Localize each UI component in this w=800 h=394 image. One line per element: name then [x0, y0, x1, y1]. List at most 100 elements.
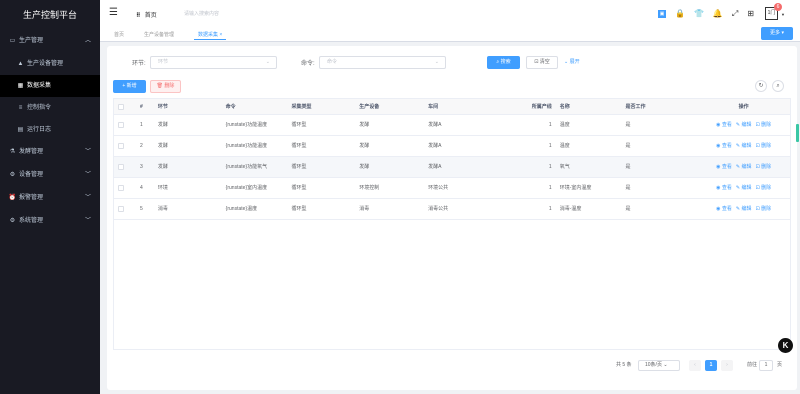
- row-delete-button[interactable]: ⊡ 删除: [756, 164, 772, 170]
- view-button[interactable]: ◉ 查看: [716, 143, 732, 149]
- prev-page-button[interactable]: ‹: [689, 360, 701, 371]
- add-button[interactable]: + 新增: [113, 80, 146, 93]
- edit-button[interactable]: ✎ 编辑: [736, 122, 752, 128]
- fullscreen-icon[interactable]: ⤢: [732, 9, 738, 19]
- row-checkbox[interactable]: [118, 184, 125, 191]
- row-delete-button[interactable]: ⊡ 删除: [756, 185, 772, 191]
- command-placeholder: 命令: [327, 59, 338, 65]
- avatar[interactable]: 1门 6 ▼: [765, 3, 785, 20]
- close-icon[interactable]: ×: [219, 32, 222, 38]
- row-checkbox[interactable]: [118, 163, 125, 170]
- row-checkbox[interactable]: [118, 142, 125, 149]
- view-label: 查看: [721, 164, 732, 170]
- table-row[interactable]: 3 发酵 {runstate}功能氧气 循环型 发酵 发酵A 1 氧气是 ◉ 查看 ✎ 编辑 ⊡ 删…: [114, 157, 790, 178]
- menu-group-label: 生产管理: [19, 38, 44, 44]
- table-row[interactable]: 1 发酵 {runstate}功能温度 循环型 发酵 发酵A 1 温度是 ◉ 查看 ✎ 编辑 ⊡ 删…: [114, 115, 790, 136]
- view-label: 查看: [721, 143, 732, 149]
- cell-huanjie: 发酵: [157, 122, 168, 128]
- tab-device-manage[interactable]: 生产设备管理: [140, 30, 178, 40]
- header-name: 名称: [559, 104, 570, 110]
- refresh-icon[interactable]: ↻: [755, 80, 767, 92]
- edit-button[interactable]: ✎ 编辑: [736, 206, 752, 212]
- row-checkbox[interactable]: [118, 205, 125, 212]
- expand-button[interactable]: ⌄ 展开: [564, 57, 580, 68]
- menu-group-equipment[interactable]: ⚙ 设备管理 ﹀: [0, 164, 100, 187]
- page-size-value: 10条/页: [645, 362, 662, 368]
- sidebar-item-device-manage[interactable]: ▲ 生产设备管理: [0, 53, 100, 75]
- sidebar-item-label: 数据采集: [27, 83, 52, 89]
- more-button[interactable]: 更多 ▾: [761, 27, 793, 40]
- sidebar-item-command[interactable]: ≡ 控制指令: [0, 97, 100, 119]
- menu-group-alarm[interactable]: ⏰ 报警管理 ﹀: [0, 187, 100, 210]
- row-delete-button[interactable]: ⊡ 删除: [756, 206, 772, 212]
- cell-index: 3: [140, 164, 143, 170]
- chevron-down-icon: ⌄: [663, 362, 668, 368]
- breadcrumb-home[interactable]: 首页: [145, 13, 157, 19]
- log-icon: ▤: [17, 127, 24, 133]
- page-size-select[interactable]: 10条/页 ⌄: [638, 360, 680, 371]
- sidebar-item-data-collect[interactable]: ▦ 数据采集: [0, 75, 100, 97]
- menu-group-label: 设备管理: [19, 172, 44, 178]
- shirt-icon[interactable]: 👕: [694, 9, 704, 19]
- edit-button[interactable]: ✎ 编辑: [736, 164, 752, 170]
- edit-button[interactable]: ✎ 编辑: [736, 185, 752, 191]
- delete-label: 删除: [761, 143, 772, 149]
- menu-group-production[interactable]: ▭ 生产管理 ︿: [0, 30, 100, 53]
- chevron-down-icon: ﹀: [84, 195, 91, 201]
- edit-button[interactable]: ✎ 编辑: [736, 143, 752, 149]
- scrollbar-thumb[interactable]: [796, 124, 799, 142]
- page-number[interactable]: 1: [705, 360, 717, 371]
- cell-line: 1: [548, 122, 552, 128]
- row-checkbox[interactable]: [118, 121, 125, 128]
- view-button[interactable]: ◉ 查看: [716, 122, 732, 128]
- breadcrumb[interactable]: ⠿ 首页: [136, 10, 157, 19]
- floating-k-button[interactable]: K: [778, 338, 793, 353]
- table-header: # 环节 命令 采集类型 生产设备 车间 所属产线 名称 是否工作 操作: [114, 99, 790, 115]
- select-all-checkbox[interactable]: [118, 103, 125, 110]
- search-toggle-icon[interactable]: ⌕: [772, 80, 784, 92]
- next-page-button[interactable]: ›: [721, 360, 733, 371]
- tab-data-collect[interactable]: 数据采集 ×: [194, 30, 227, 40]
- hamburger-icon[interactable]: ☰: [109, 7, 118, 19]
- table-row[interactable]: 4 环境 {runstate}室内温度 循环型 环境控制 环境公共 1 环境-室内温度 是 ◉ 查…: [114, 178, 790, 199]
- header-device: 生产设备: [359, 104, 380, 110]
- search-button[interactable]: ⌕ 搜索: [487, 56, 520, 69]
- delete-label: 删除: [761, 164, 772, 170]
- view-button[interactable]: ◉ 查看: [716, 164, 732, 170]
- edit-icon: ✎: [735, 206, 741, 212]
- settings-icon: ⚙: [9, 218, 16, 224]
- reset-button[interactable]: ⊡ 清空: [526, 56, 558, 69]
- row-delete-button[interactable]: ⊡ 删除: [756, 122, 772, 128]
- edit-icon: ✎: [735, 122, 741, 128]
- view-label: 查看: [721, 206, 732, 212]
- nav-search-input[interactable]: 请输入搜索内容: [184, 10, 219, 17]
- menu-group-system[interactable]: ⚙ 系统管理 ﹀: [0, 210, 100, 233]
- goto-page-input[interactable]: 1: [759, 360, 773, 371]
- table-row[interactable]: 5 消毒 {runstate}温度 循环型 消毒 消毒公共 1 消毒-温度是 ◉ 查看 ✎ 编辑 ⊡…: [114, 199, 790, 220]
- tab-home[interactable]: 首页: [110, 30, 128, 40]
- gear-icon: ⚙: [9, 172, 16, 178]
- command-select[interactable]: 命令 ⌄: [319, 56, 446, 69]
- bell-icon[interactable]: 🔔: [713, 9, 723, 19]
- sidebar-item-label: 控制指令: [27, 105, 52, 111]
- table-row[interactable]: 2 发酵 {runstate}功能温度 循环型 发酵 发酵A 1 温度是 ◉ 查看 ✎ 编辑 ⊡ 删…: [114, 136, 790, 157]
- lock-icon[interactable]: 🔒: [675, 9, 685, 19]
- cell-workshop: 发酵A: [428, 122, 442, 128]
- sidebar-item-label: 运行日志: [27, 127, 52, 133]
- size-icon[interactable]: ⊞: [747, 9, 754, 19]
- view-button[interactable]: ◉ 查看: [716, 206, 732, 212]
- delete-button[interactable]: 🗑 删除: [150, 80, 181, 93]
- huanjie-select[interactable]: 环节 ⌄: [150, 56, 277, 69]
- row-delete-button[interactable]: ⊡ 删除: [756, 143, 772, 149]
- chevron-down-icon: ⌄: [564, 59, 569, 65]
- data-table: # 环节 命令 采集类型 生产设备 车间 所属产线 名称 是否工作 操作 1 发酵…: [113, 98, 791, 350]
- sidebar-item-log[interactable]: ▤ 运行日志: [0, 119, 100, 141]
- cell-index: 1: [140, 122, 143, 128]
- screen-icon[interactable]: ▣: [657, 10, 666, 18]
- menu-group-ferment[interactable]: ⚗ 发酵管理 ﹀: [0, 141, 100, 164]
- cell-workshop: 发酵A: [428, 143, 442, 149]
- view-button[interactable]: ◉ 查看: [716, 185, 732, 191]
- cell-name: 氧气: [559, 164, 570, 170]
- cell-command: {runstate}室内温度: [225, 185, 268, 191]
- content-card: 环节: 环节 ⌄ 命令: 命令 ⌄ ⌕ 搜索 ⊡ 清空 ⌄ 展开 + 新增 🗑 …: [107, 46, 797, 390]
